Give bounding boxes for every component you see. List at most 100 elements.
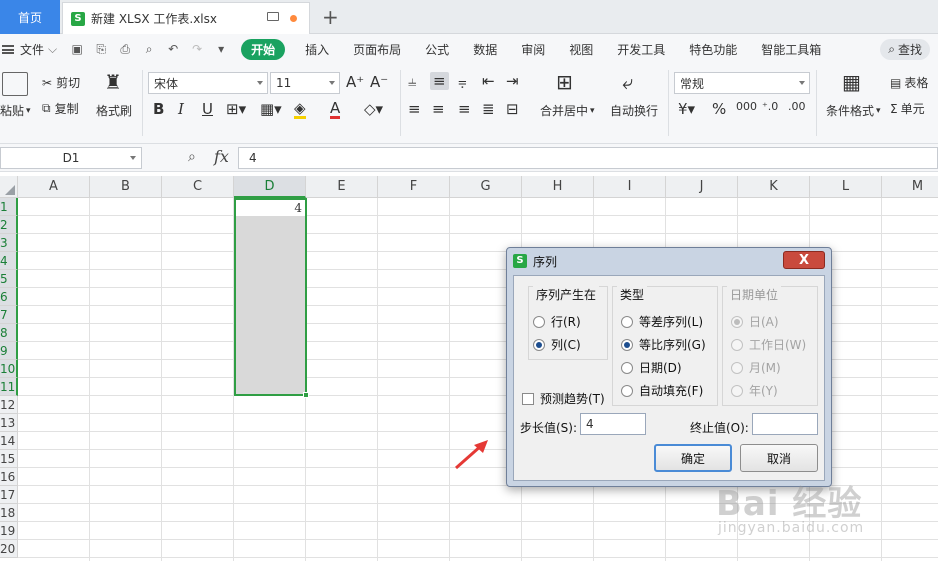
align-left-icon[interactable]: ≡ [408,100,421,118]
row-header-20[interactable]: 20 [0,540,18,558]
align-bottom-icon[interactable]: ⩦ [458,72,467,90]
conditional-format-button[interactable]: 条件格式 ▾ [826,102,881,119]
increase-indent-icon[interactable]: ⇥ [506,72,519,90]
type-growth-option[interactable]: 等比序列(G) [621,336,706,353]
cell-d1[interactable]: 4 [236,200,305,216]
fill-color-icon[interactable]: ◈ [294,100,306,119]
formula-input[interactable]: 4 [238,147,938,169]
column-header-i[interactable]: I [594,176,666,198]
step-value-input[interactable]: 4 [580,413,646,435]
row-header-16[interactable]: 16 [0,468,18,486]
column-header-m[interactable]: M [882,176,938,198]
type-autofill-option[interactable]: 自动填充(F) [621,382,703,399]
redo-icon[interactable]: ↷ [190,42,204,56]
column-header-h[interactable]: H [522,176,594,198]
row-header-2[interactable]: 2 [0,216,18,234]
stop-value-input[interactable] [752,413,818,435]
column-header-b[interactable]: B [90,176,162,198]
align-right-icon[interactable]: ≡ [458,100,471,118]
increase-font-icon[interactable]: A⁺ [346,73,364,91]
row-header-8[interactable]: 8 [0,324,18,342]
menu-data[interactable]: 数据 [473,41,497,58]
column-header-e[interactable]: E [306,176,378,198]
row-header-3[interactable]: 3 [0,234,18,252]
font-color-icon[interactable]: A [330,100,341,119]
table-style-button[interactable]: ▤ 表格 [890,74,928,91]
cancel-button[interactable]: 取消 [740,444,818,472]
type-linear-option[interactable]: 等差序列(L) [621,313,703,330]
menu-start[interactable]: 开始 [241,38,286,60]
underline-icon[interactable]: U [202,100,213,118]
menu-developer[interactable]: 开发工具 [617,41,665,58]
menu-review[interactable]: 审阅 [521,41,545,58]
series-rows-option[interactable]: 行(R) [533,313,581,330]
ok-button[interactable]: 确定 [654,444,732,472]
currency-icon[interactable]: ¥▾ [678,100,695,118]
file-menu-button[interactable]: 文件 ⌵ [0,41,57,58]
search-button[interactable]: ⌕ 查找 [880,39,930,60]
paste-icon[interactable] [2,72,28,96]
zoom-icon[interactable]: ⌕ [188,149,196,165]
row-header-6[interactable]: 6 [0,288,18,306]
column-header-f[interactable]: F [378,176,450,198]
column-header-g[interactable]: G [450,176,522,198]
row-header-5[interactable]: 5 [0,270,18,288]
merge-center-icon[interactable]: ⊞ [556,70,573,94]
paste-button[interactable]: 粘贴 ▾ [0,102,31,119]
row-header-11[interactable]: 11 [0,378,18,396]
column-header-c[interactable]: C [162,176,234,198]
print-icon[interactable]: ⎙ [118,42,132,56]
menu-view[interactable]: 视图 [569,41,593,58]
row-header-12[interactable]: 12 [0,396,18,414]
print-preview-icon[interactable]: ⌕ [142,42,156,56]
format-painter-icon[interactable]: ♜ [104,70,122,94]
selected-range-d1-d11[interactable]: 4 [234,198,309,398]
merge-center-button[interactable]: 合并居中 ▾ [540,102,595,119]
row-header-14[interactable]: 14 [0,432,18,450]
cell-style-icon[interactable]: ▦▾ [260,100,282,118]
predict-trend-checkbox[interactable]: 预测趋势(T) [522,390,605,407]
tab-home[interactable]: 首页 [0,0,60,34]
menu-toolbox[interactable]: 智能工具箱 [761,41,821,58]
select-all-corner[interactable] [0,176,18,198]
format-painter-button[interactable]: 格式刷 [96,102,132,119]
undo-icon[interactable]: ↶ [166,42,180,56]
row-header-4[interactable]: 4 [0,252,18,270]
row-header-13[interactable]: 13 [0,414,18,432]
row-header-9[interactable]: 9 [0,342,18,360]
justify-icon[interactable]: ≣ [482,100,495,118]
column-header-d[interactable]: D [234,176,306,198]
italic-icon[interactable]: I [178,100,184,118]
column-header-a[interactable]: A [18,176,90,198]
conditional-format-icon[interactable]: ▦ [842,70,861,94]
font-size-select[interactable]: 11 [270,72,340,94]
row-header-10[interactable]: 10 [0,360,18,378]
borders-icon[interactable]: ⊞▾ [226,100,246,118]
series-columns-option[interactable]: 列(C) [533,336,581,353]
menu-features[interactable]: 特色功能 [689,41,737,58]
fx-icon[interactable]: fx [214,147,229,166]
quick-access-dropdown-icon[interactable]: ▾ [214,42,228,56]
date-unit-year-option[interactable]: 年(Y) [731,382,778,399]
font-name-select[interactable]: 宋体 [148,72,268,94]
wrap-text-icon[interactable]: ⤶ [622,70,633,94]
menu-page-layout[interactable]: 页面布局 [353,41,401,58]
name-box[interactable]: D1 [0,147,142,169]
menu-insert[interactable]: 插入 [305,41,329,58]
column-header-j[interactable]: J [666,176,738,198]
tab-document[interactable]: S 新建 XLSX 工作表.xlsx [62,2,310,34]
align-top-icon[interactable]: ⫨ [408,72,416,90]
fill-handle[interactable] [303,392,309,398]
type-date-option[interactable]: 日期(D) [621,359,682,376]
column-header-l[interactable]: L [810,176,882,198]
percent-icon[interactable]: % [712,100,726,118]
column-header-k[interactable]: K [738,176,810,198]
clear-format-icon[interactable]: ◇▾ [364,100,383,118]
decrease-decimal-icon[interactable]: .00 [788,100,806,113]
decrease-indent-icon[interactable]: ⇤ [482,72,495,90]
increase-decimal-icon[interactable]: ⁺.0 [762,100,778,113]
row-header-1[interactable]: 1 [0,198,18,216]
row-header-17[interactable]: 17 [0,486,18,504]
new-tab-button[interactable]: + [322,5,339,29]
align-center-icon[interactable]: ≡ [432,100,445,118]
